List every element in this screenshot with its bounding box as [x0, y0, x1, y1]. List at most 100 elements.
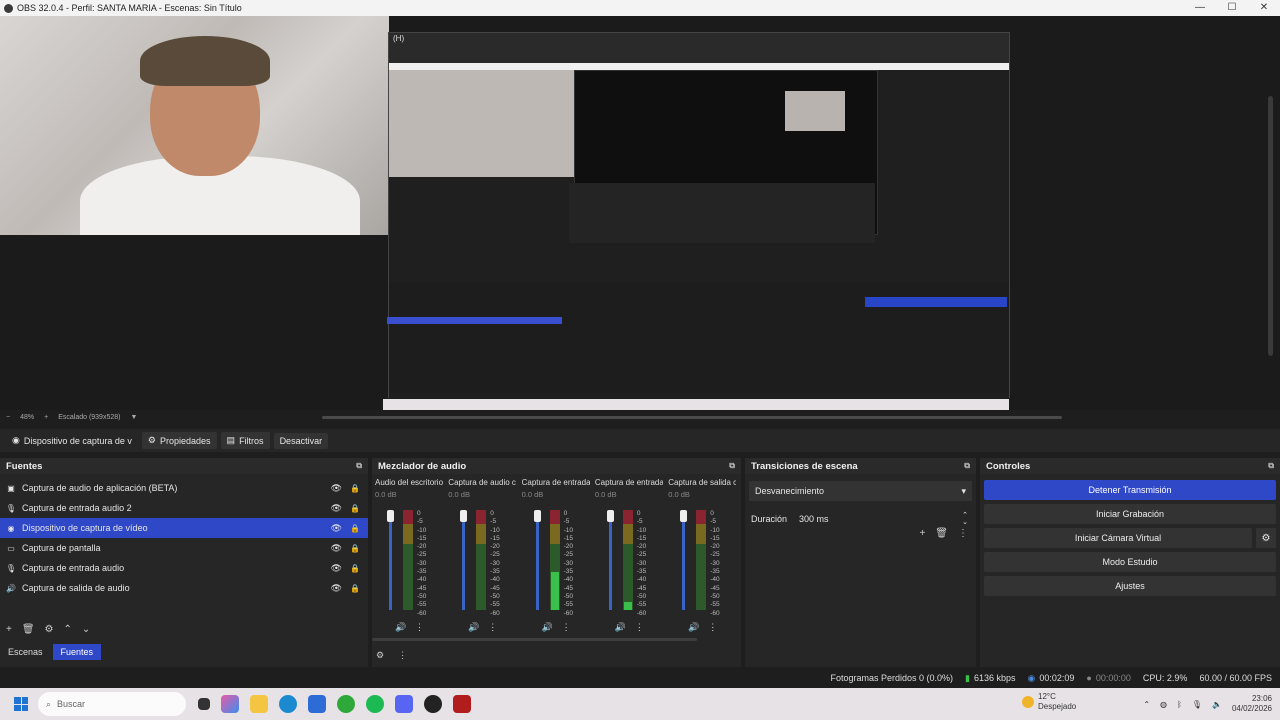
visibility-eye-icon[interactable]: 👁 [331, 483, 342, 494]
fader-handle[interactable] [460, 510, 468, 522]
chevron-down-icon[interactable]: ⌄ [82, 624, 90, 635]
source-item[interactable]: ▣ Captura de audio de aplicación (BETA) 👁 🔒 [0, 478, 368, 498]
obs-icon[interactable] [424, 695, 442, 713]
start-virtual-camera-button[interactable]: Iniciar Cámara Virtual [984, 528, 1252, 548]
speaker-icon[interactable]: 🔊 [688, 622, 699, 633]
file-explorer-icon[interactable] [250, 695, 268, 713]
fader-handle[interactable] [387, 510, 394, 522]
app-icon[interactable] [453, 695, 471, 713]
visibility-eye-icon[interactable]: 👁 [331, 543, 342, 554]
bluetooth-icon[interactable]: ᛒ [1177, 700, 1182, 709]
lock-icon[interactable]: 🔒 [350, 544, 360, 553]
undock-icon[interactable]: ⧉ [1268, 461, 1274, 471]
trash-icon[interactable]: 🗑 [22, 624, 35, 635]
display-capture-source[interactable]: (H) [383, 32, 1010, 413]
fader-handle[interactable] [533, 510, 541, 522]
filters-button[interactable]: ▤ Filtros [220, 432, 270, 449]
xbox-icon[interactable] [337, 695, 355, 713]
lock-icon[interactable]: 🔒 [350, 484, 360, 493]
zoom-out-button[interactable]: − [6, 414, 10, 421]
source-item[interactable]: ▭ Captura de pantalla 👁 🔒 [0, 538, 368, 558]
source-item[interactable]: ◉ Dispositivo de captura de vídeo 👁 🔒 [0, 518, 368, 538]
transition-menu-icon[interactable]: ⋮ [958, 528, 968, 539]
studio-mode-button[interactable]: Modo Estudio [984, 552, 1276, 572]
lock-icon[interactable]: 🔒 [350, 504, 360, 513]
preview-horizontal-scrollbar[interactable] [322, 416, 1062, 419]
source-item[interactable]: 🔊 Captura de salida de audio 👁 🔒 [0, 578, 368, 598]
channel-menu-icon[interactable]: ⋮ [708, 622, 717, 633]
visibility-eye-icon[interactable]: 👁 [331, 563, 342, 574]
lock-icon[interactable]: 🔒 [350, 564, 360, 573]
properties-button[interactable]: ⚙ Propiedades [141, 432, 217, 449]
volume-fader[interactable] [389, 510, 392, 610]
mixer-menu-icon[interactable]: ⋮ [398, 650, 407, 661]
close-button[interactable]: ✕ [1248, 0, 1280, 16]
speaker-icon[interactable]: 🔊 [468, 622, 479, 633]
scale-tick: 0 [710, 510, 714, 517]
fader-handle[interactable] [680, 510, 688, 522]
visibility-eye-icon[interactable]: 👁 [331, 583, 342, 594]
visibility-eye-icon[interactable]: 👁 [331, 523, 342, 534]
add-icon[interactable]: + [6, 624, 12, 635]
webcam-source[interactable] [0, 16, 389, 235]
volume-fader[interactable] [608, 510, 612, 610]
lock-icon[interactable]: 🔒 [350, 584, 360, 593]
speaker-icon[interactable]: 🔊 [542, 622, 553, 633]
minimize-button[interactable]: — [1184, 0, 1216, 16]
chevron-up-icon[interactable]: ⌃ [64, 624, 72, 635]
undock-icon[interactable]: ⧉ [729, 461, 735, 471]
channel-menu-icon[interactable]: ⋮ [635, 622, 644, 633]
volume-fader[interactable] [682, 510, 686, 610]
preview-canvas[interactable]: (H) [0, 16, 1280, 413]
mixer-horizontal-scrollbar[interactable] [372, 638, 697, 641]
transitions-title: Transiciones de escena [751, 460, 858, 472]
network-icon[interactable]: ◍ [1160, 700, 1167, 709]
speaker-icon[interactable]: 🔊 [395, 622, 406, 633]
source-item[interactable]: 🎙 Captura de entrada audio 2 👁 🔒 [0, 498, 368, 518]
edge-icon[interactable] [279, 695, 297, 713]
stop-stream-button[interactable]: Detener Transmisión [984, 480, 1276, 500]
channel-menu-icon[interactable]: ⋮ [415, 622, 424, 633]
taskbar-search[interactable]: ⌕ Buscar [38, 692, 186, 716]
monitor-icon: ▭ [7, 543, 15, 553]
tab-scenes[interactable]: Escenas [0, 644, 51, 660]
discord-icon[interactable] [395, 695, 413, 713]
store-icon[interactable] [308, 695, 326, 713]
add-transition-icon[interactable]: + [919, 528, 925, 539]
trash-icon[interactable]: 🗑 [935, 528, 948, 539]
start-recording-button[interactable]: Iniciar Grabación [984, 504, 1276, 524]
fader-handle[interactable] [606, 510, 614, 522]
gear-icon[interactable]: ⚙ [1256, 528, 1276, 548]
copilot-icon[interactable] [221, 695, 239, 713]
undock-icon[interactable]: ⧉ [964, 461, 970, 471]
volume-fader[interactable] [462, 510, 466, 610]
windows-start-icon[interactable] [14, 697, 28, 711]
volume-fader[interactable] [535, 510, 539, 610]
channel-menu-icon[interactable]: ⋮ [562, 622, 571, 633]
duration-stepper[interactable]: 300 ms ⌃ ⌄ [795, 509, 972, 529]
deactivate-button[interactable]: Desactivar [273, 432, 329, 449]
stepper-arrows-icon[interactable]: ⌃ ⌄ [962, 512, 968, 526]
tab-sources[interactable]: Fuentes [52, 644, 102, 660]
task-view-icon[interactable] [198, 698, 210, 710]
maximize-button[interactable]: ☐ [1216, 0, 1248, 16]
source-item[interactable]: 🎙 Captura de entrada audio 👁 🔒 [0, 558, 368, 578]
weather-widget[interactable]: 12°C Despejado [1022, 692, 1076, 712]
speaker-icon[interactable]: 🔊 [615, 622, 626, 633]
zoom-in-button[interactable]: + [44, 414, 48, 421]
spotify-icon[interactable] [366, 695, 384, 713]
settings-button[interactable]: Ajustes [984, 576, 1276, 596]
visibility-eye-icon[interactable]: 👁 [331, 503, 342, 514]
volume-icon[interactable]: 🔈 [1212, 700, 1222, 709]
clock[interactable]: 23:06 04/02/2026 [1232, 694, 1272, 714]
lock-icon[interactable]: 🔒 [350, 524, 360, 533]
scaling-dropdown-icon[interactable]: ▼ [130, 414, 137, 421]
preview-vertical-scrollbar[interactable] [1268, 96, 1273, 356]
transition-select[interactable]: Desvanecimiento ▾ [749, 481, 972, 501]
mic-icon[interactable]: 🎙 [1192, 700, 1202, 709]
channel-menu-icon[interactable]: ⋮ [488, 622, 497, 633]
undock-icon[interactable]: ⧉ [356, 461, 362, 471]
chevron-up-icon[interactable]: ⌃ [1143, 700, 1150, 709]
advanced-audio-icon[interactable]: ⚙ [376, 650, 384, 661]
gear-icon[interactable]: ⚙ [45, 624, 54, 635]
